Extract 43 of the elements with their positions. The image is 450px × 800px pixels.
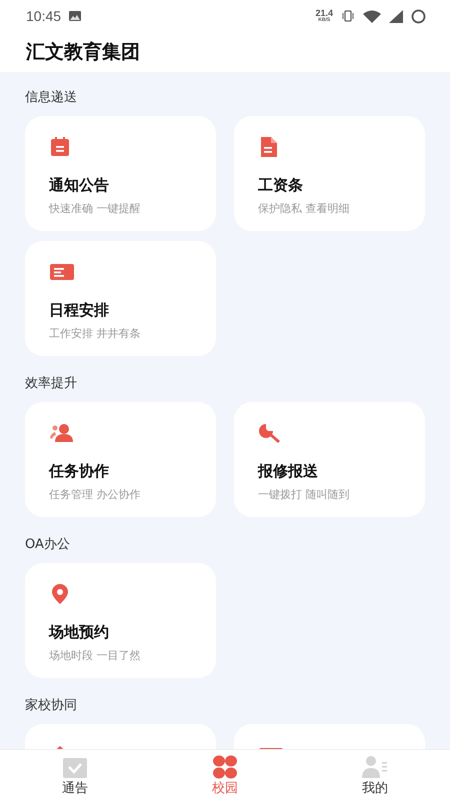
card-subtitle: 场地时段 一目了然 bbox=[49, 648, 140, 663]
tab-label: 通告 bbox=[62, 780, 88, 797]
tab-label: 校园 bbox=[212, 780, 238, 797]
wifi-icon bbox=[363, 10, 381, 22]
location-pin-icon bbox=[49, 583, 71, 605]
card-title: 场地预约 bbox=[49, 623, 109, 642]
vibrate-icon bbox=[341, 10, 355, 22]
section-label: 效率提升 bbox=[25, 375, 78, 393]
feature-card[interactable]: 日程安排 工作安排 井井有条 bbox=[25, 241, 216, 356]
card-title: 报修报送 bbox=[258, 462, 318, 481]
people-icon bbox=[49, 422, 75, 444]
card-title: 任务协作 bbox=[49, 462, 109, 481]
feature-card[interactable]: 报修报送 一键拨打 随叫随到 bbox=[234, 402, 425, 517]
card-subtitle: 工作安排 井井有条 bbox=[49, 326, 140, 341]
status-time: 10:45 bbox=[26, 8, 62, 24]
section-label: OA办公 bbox=[25, 536, 71, 554]
tab-item[interactable]: 我的 bbox=[300, 750, 450, 800]
image-icon bbox=[69, 11, 82, 21]
feature-card[interactable]: 通知公告 快速准确 一键提醒 bbox=[25, 116, 216, 231]
card-subtitle: 任务管理 办公协作 bbox=[49, 487, 140, 502]
card-title: 日程安排 bbox=[49, 301, 109, 320]
tab-label: 我的 bbox=[362, 780, 388, 797]
card-title: 通知公告 bbox=[49, 176, 109, 195]
calendar-icon bbox=[49, 136, 71, 158]
document-icon bbox=[258, 136, 280, 158]
feature-card[interactable]: 场地预约 场地时段 一目了然 bbox=[25, 563, 216, 678]
app-title: 汇文教育集团 bbox=[26, 40, 140, 65]
list-icon bbox=[49, 261, 75, 283]
feature-card[interactable]: 任务协作 任务管理 办公协作 bbox=[25, 402, 216, 517]
card-subtitle: 保护隐私 查看明细 bbox=[258, 201, 350, 216]
tab-item[interactable]: 校园 bbox=[150, 750, 300, 800]
feature-card[interactable]: 工资条 保护隐私 查看明细 bbox=[234, 116, 425, 231]
section-label: 信息递送 bbox=[25, 89, 78, 107]
tab-item[interactable]: 通告 bbox=[0, 750, 150, 800]
section-label: 家校协同 bbox=[25, 697, 78, 715]
battery-icon bbox=[411, 8, 426, 24]
four-dots-icon bbox=[211, 755, 239, 779]
person-icon bbox=[361, 755, 389, 779]
card-subtitle: 一键拨打 随叫随到 bbox=[258, 487, 350, 502]
card-title: 工资条 bbox=[258, 176, 303, 195]
calendar-check-icon bbox=[61, 755, 89, 779]
signal-icon bbox=[389, 10, 403, 22]
card-subtitle: 快速准确 一键提醒 bbox=[49, 201, 140, 216]
